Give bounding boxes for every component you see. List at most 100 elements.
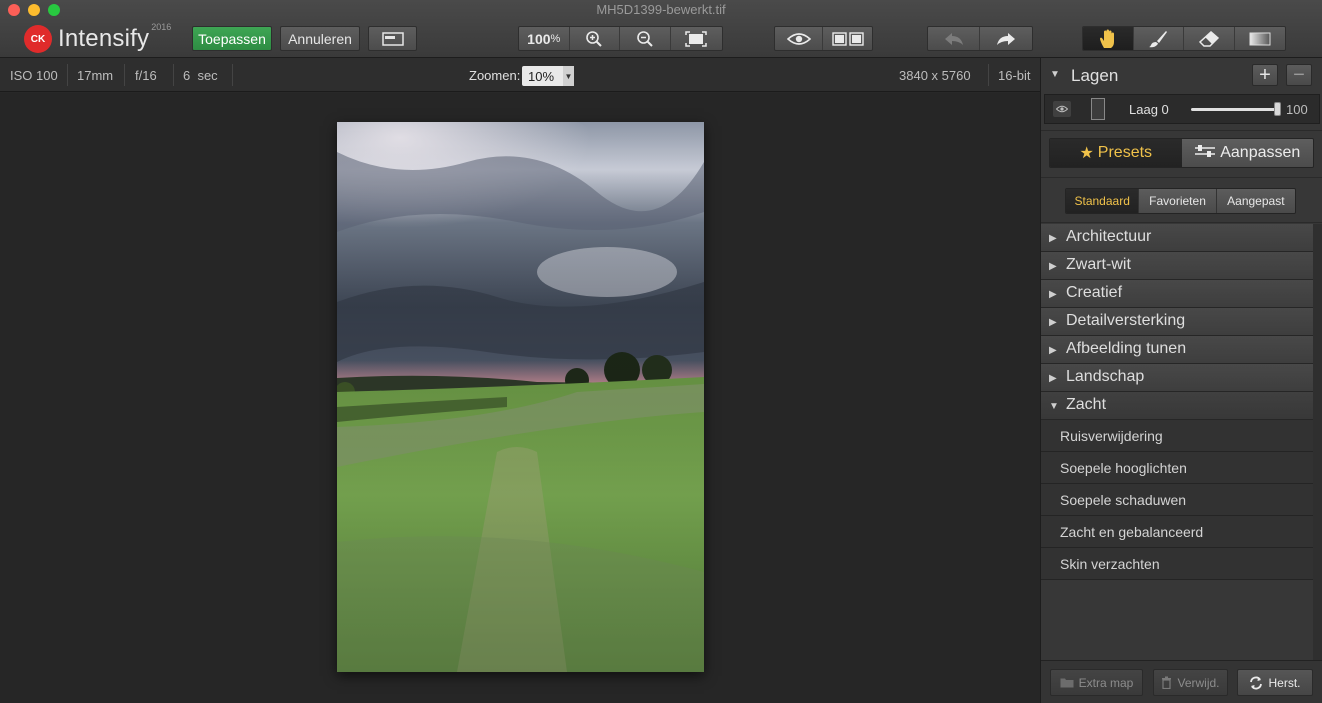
opacity-slider-handle[interactable]: [1274, 102, 1281, 116]
preset-item[interactable]: Soepele hooglichten: [1041, 452, 1313, 484]
zoom-out-button[interactable]: [620, 27, 671, 50]
preset-item[interactable]: Soepele schaduwen: [1041, 484, 1313, 516]
undo-button[interactable]: [928, 27, 981, 50]
app-logo: CK Intensify 2016: [24, 22, 172, 53]
hand-tool-button[interactable]: [1083, 27, 1134, 50]
app-year: 2016: [151, 22, 172, 32]
hand-icon: [1099, 29, 1114, 48]
collapse-triangle-icon[interactable]: ▼: [1050, 69, 1060, 80]
category-label: Landschap: [1066, 368, 1145, 385]
image-dimensions: 3840 x 5760: [899, 68, 971, 83]
category-label: Zwart-wit: [1066, 256, 1131, 273]
gradient-tool-button[interactable]: [1234, 27, 1285, 50]
category-landschap[interactable]: ▶ Landschap: [1041, 364, 1313, 392]
app-window: MH5D1399-bewerkt.tif CK Intensify 2016 T…: [0, 0, 1322, 703]
tab-presets[interactable]: ★ Presets: [1050, 139, 1182, 167]
preset-label: Skin verzachten: [1060, 556, 1160, 572]
remove-layer-button[interactable]: −: [1286, 64, 1312, 86]
divider: [1041, 222, 1322, 223]
expand-triangle-icon: ▶: [1049, 345, 1057, 356]
zoom-controls: 100%: [518, 26, 723, 51]
layers-title: Lagen: [1071, 66, 1119, 85]
eye-icon: [1056, 105, 1068, 113]
separator: [124, 64, 125, 86]
view-controls: [774, 26, 873, 51]
category-label: Detailversterking: [1066, 312, 1186, 329]
category-architectuur[interactable]: ▶ Architectuur: [1041, 224, 1313, 252]
panel-layout-icon: [381, 31, 404, 46]
compare-icon: [831, 31, 864, 46]
right-panel: ▼ Lagen + − Laag 0 100 ★ Presets Aanpass…: [1040, 58, 1322, 703]
subtab-standaard[interactable]: Standaard: [1066, 189, 1140, 213]
expand-triangle-icon: ▶: [1049, 261, 1057, 272]
tab-adjust-label: Aanpassen: [1220, 144, 1301, 161]
cancel-button[interactable]: Annuleren: [280, 26, 360, 51]
preset-item[interactable]: Ruisverwijdering: [1041, 420, 1313, 452]
separator: [232, 64, 233, 86]
add-layer-button[interactable]: +: [1252, 64, 1278, 86]
tab-adjust[interactable]: Aanpassen: [1181, 139, 1313, 167]
panel-mode-tabs: ★ Presets Aanpassen: [1049, 138, 1314, 168]
redo-icon: [997, 32, 1015, 45]
photo-preview[interactable]: [337, 122, 704, 672]
iso-value: ISO 100: [10, 68, 58, 83]
zoom-in-button[interactable]: [569, 27, 620, 50]
brush-icon: [1149, 30, 1168, 47]
trash-icon: [1162, 676, 1172, 689]
gradient-icon: [1249, 32, 1271, 45]
separator: [173, 64, 174, 86]
shutter-value: 6 sec: [183, 68, 218, 83]
zoom-percent-label: 100: [527, 30, 551, 47]
zoom-select[interactable]: 10% ▼: [522, 66, 574, 86]
preset-item[interactable]: Zacht en gebalanceerd: [1041, 516, 1313, 548]
zoom-unit-label: %: [550, 32, 561, 45]
zoom-100-button[interactable]: 100%: [519, 27, 570, 50]
opacity-slider-track[interactable]: [1191, 108, 1277, 111]
apply-button[interactable]: Toepassen: [192, 26, 272, 51]
extra-folder-label: Extra map: [1078, 675, 1134, 690]
category-label: Afbeelding tunen: [1066, 340, 1187, 357]
layers-header: ▼ Lagen + −: [1041, 58, 1322, 92]
undo-icon: [944, 32, 963, 45]
subtab-favorieten[interactable]: Favorieten: [1139, 189, 1217, 213]
redo-button[interactable]: [980, 27, 1032, 50]
history-controls: [927, 26, 1033, 51]
brush-tool-button[interactable]: [1133, 27, 1184, 50]
focal-length-value: 17mm: [77, 68, 114, 83]
category-detailversterking[interactable]: ▶ Detailversterking: [1041, 308, 1313, 336]
category-creatief[interactable]: ▶ Creatief: [1041, 280, 1313, 308]
layer-visibility-toggle[interactable]: [1053, 101, 1071, 117]
eraser-icon: [1198, 30, 1219, 47]
chevron-down-icon: ▼: [563, 66, 574, 86]
preset-label: Soepele hooglichten: [1060, 460, 1187, 476]
tab-presets-label: Presets: [1097, 144, 1153, 161]
category-label: Architectuur: [1066, 228, 1152, 245]
compare-button[interactable]: [823, 27, 872, 50]
category-label: Creatief: [1066, 284, 1123, 301]
fit-screen-button[interactable]: [670, 27, 722, 50]
scrollbar[interactable]: [1313, 224, 1322, 660]
zoom-in-icon: [586, 30, 602, 47]
category-afbeelding-tunen[interactable]: ▶ Afbeelding tunen: [1041, 336, 1313, 364]
category-zwart-wit[interactable]: ▶ Zwart-wit: [1041, 252, 1313, 280]
expand-triangle-icon: ▶: [1049, 317, 1057, 328]
layer-row[interactable]: Laag 0 100: [1044, 94, 1320, 124]
image-info-bar: ISO 100 17mm f/16 6 sec Zoomen: 3840 x 5…: [0, 58, 1040, 92]
bit-depth: 16-bit: [998, 68, 1031, 83]
eraser-tool-button[interactable]: [1184, 27, 1235, 50]
subtab-aangepast[interactable]: Aangepast: [1216, 189, 1295, 213]
restore-button[interactable]: Herst.: [1237, 669, 1313, 696]
expand-triangle-icon: ▶: [1049, 233, 1057, 244]
delete-button[interactable]: Verwijd.: [1153, 669, 1228, 696]
refresh-icon: [1250, 676, 1263, 689]
fit-icon: [685, 30, 707, 47]
panel-toggle-button[interactable]: [368, 26, 417, 51]
preset-label: Zacht en gebalanceerd: [1060, 524, 1204, 540]
category-zacht[interactable]: ▼ Zacht: [1041, 392, 1313, 420]
image-canvas[interactable]: [0, 93, 1040, 703]
extra-folder-button[interactable]: Extra map: [1050, 669, 1143, 696]
preset-item[interactable]: Skin verzachten: [1041, 548, 1313, 580]
delete-label: Verwijd.: [1177, 675, 1220, 690]
zoom-select-value: 10%: [528, 68, 555, 84]
preview-toggle-button[interactable]: [775, 27, 824, 50]
